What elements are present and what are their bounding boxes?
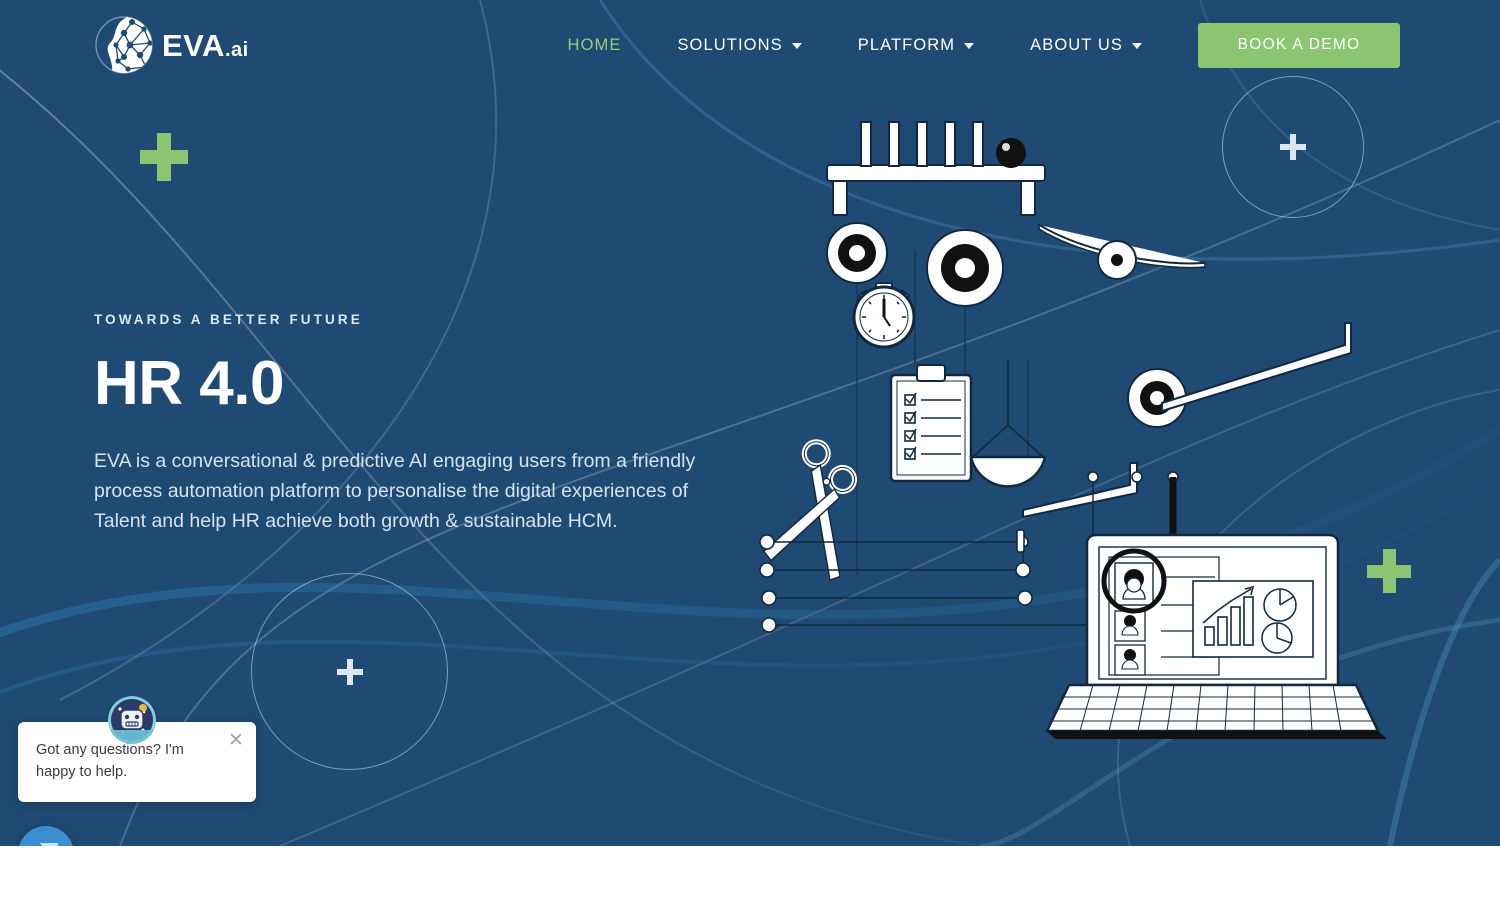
plus-icon-green-right [1367, 549, 1411, 593]
chat-bubble-icon [40, 843, 58, 846]
chat-greeting-text: Got any questions? I'm happy to help. [36, 742, 184, 781]
decorative-circle-plus-bottom-left [251, 573, 448, 770]
plus-icon-green-left: [data-name="plus-icon-green-left"]::befo… [140, 133, 188, 181]
plus-icon [1280, 134, 1306, 160]
chevron-down-icon [964, 43, 975, 49]
logo-name: EVA [162, 27, 225, 63]
nav-item-label: PLATFORM [857, 35, 956, 54]
logo-suffix: .ai [224, 38, 249, 61]
nav-item-platform[interactable]: PLATFORM [857, 35, 975, 55]
hero-copy: TOWARDS A BETTER FUTURE HR 4.0 EVA is a … [94, 312, 704, 536]
nav-item-about-us[interactable]: ABOUT US [1030, 36, 1142, 55]
site-header: EVA.ai HOME SOLUTIONS PLATFORM ABOUT US … [0, 0, 1500, 90]
nav-item-label: HOME [567, 35, 622, 54]
logo-wordmark: EVA.ai [162, 30, 249, 61]
close-icon[interactable]: ✕ [226, 731, 246, 751]
hero-eyebrow: TOWARDS A BETTER FUTURE [94, 312, 363, 327]
main-navigation: HOME SOLUTIONS PLATFORM ABOUT US BOOK A … [568, 22, 1400, 68]
nav-item-label: SOLUTIONS [677, 35, 783, 54]
robot-avatar-icon [108, 696, 156, 744]
book-a-demo-button[interactable]: BOOK A DEMO [1198, 22, 1400, 68]
nav-item-home[interactable]: HOME [568, 36, 622, 55]
chevron-down-icon [791, 43, 802, 49]
page-footer-strip [0, 846, 1500, 900]
nav-item-solutions[interactable]: SOLUTIONS [677, 35, 802, 55]
logo[interactable]: EVA.ai [94, 15, 249, 75]
decorative-circle-plus-top-right [1222, 76, 1364, 218]
hero-subtitle: EVA is a conversational & predictive AI … [94, 450, 696, 533]
nav-item-label: ABOUT US [1030, 35, 1123, 54]
page-title: HR 4.0 [94, 349, 284, 418]
hero-section: [data-name="plus-icon-green-left"]::befo… [0, 0, 1500, 846]
chevron-down-icon [1132, 43, 1142, 49]
network-globe-icon [95, 16, 153, 74]
plus-icon [336, 658, 363, 685]
